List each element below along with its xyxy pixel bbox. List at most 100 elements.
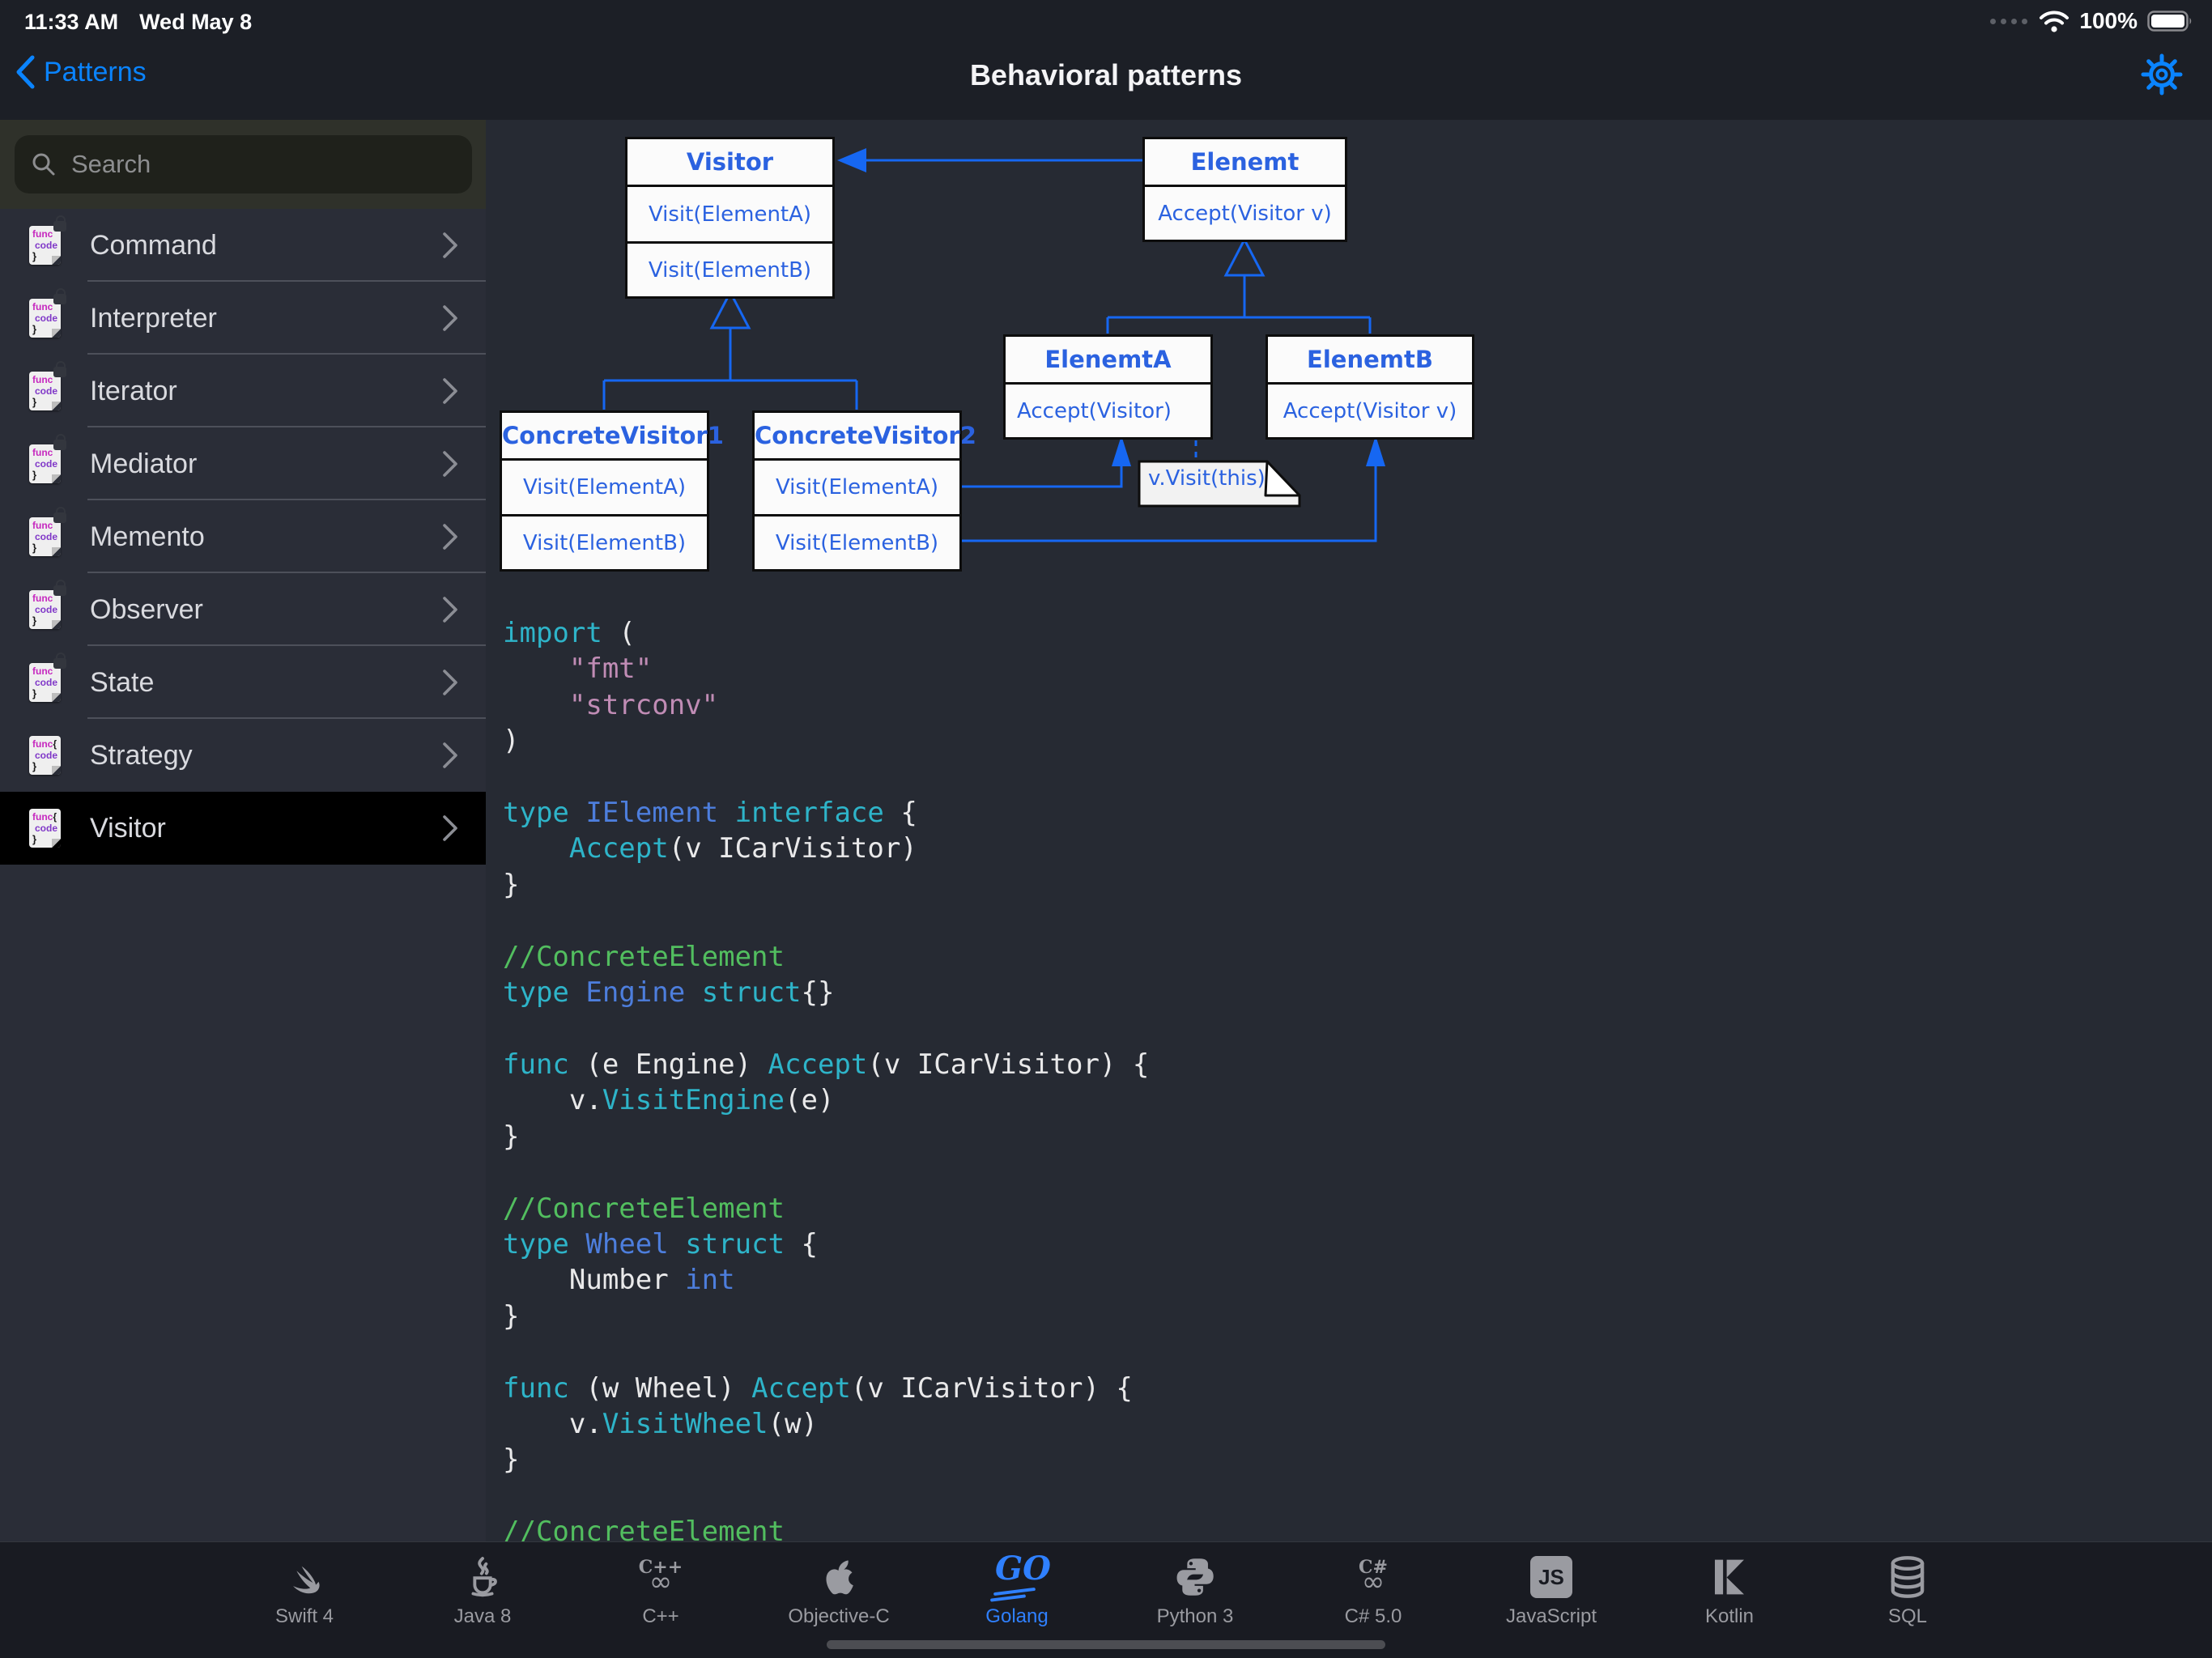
- sidebar-item-label: Interpreter: [90, 302, 217, 334]
- tab-python-3[interactable]: Python 3: [1106, 1550, 1284, 1628]
- tab-c-5-0[interactable]: C# ∞ C# 5.0: [1284, 1550, 1462, 1628]
- code-line: //ConcreteElement: [503, 940, 785, 973]
- tab-javascript[interactable]: JS JavaScript: [1462, 1550, 1640, 1628]
- code-line: ): [503, 725, 520, 758]
- uml-class-elementA: ElenemtA Accept(Visitor): [1003, 334, 1213, 440]
- uml-method: Visit(ElementA): [755, 458, 959, 514]
- code-line: //ConcreteElement: [503, 1516, 785, 1542]
- tab-label: Java 8: [453, 1605, 512, 1627]
- pattern-doc-icon: func code}: [29, 288, 66, 338]
- tab-sql[interactable]: SQL: [1819, 1550, 1997, 1628]
- tab-label: Golang: [985, 1605, 1049, 1627]
- tab-label: Objective-C: [788, 1605, 890, 1627]
- search-input[interactable]: [70, 149, 456, 180]
- chevron-right-icon: [443, 524, 457, 550]
- sidebar-item-observer[interactable]: func code} Observer: [0, 573, 486, 646]
- chevron-right-icon: [443, 305, 457, 331]
- tab-label: C# 5.0: [1344, 1605, 1402, 1627]
- uml-method: Visit(ElementB): [627, 241, 832, 296]
- sidebar-item-label: Iterator: [90, 375, 177, 406]
- status-right: 100%: [1990, 8, 2194, 34]
- uml-class-concretevisitor2: ConcreteVisitor2 Visit(ElementA) Visit(E…: [752, 410, 976, 572]
- uml-method: Visit(ElementB): [755, 514, 959, 569]
- uml-class-title: ConcreteVisitor2: [755, 422, 976, 449]
- settings-button[interactable]: [2139, 52, 2184, 97]
- tab-objective-c[interactable]: Objective-C: [750, 1550, 928, 1628]
- python-icon: [1176, 1558, 1214, 1596]
- code-line: v.VisitWheel(w): [503, 1407, 818, 1440]
- code-line: }: [503, 1299, 520, 1333]
- pattern-doc-icon: func code}: [29, 580, 66, 629]
- pattern-doc-icon: func code}: [29, 434, 66, 483]
- tab-label: SQL: [1887, 1605, 1928, 1627]
- uml-class-title: ElenemtB: [1307, 346, 1433, 373]
- swift-icon: [292, 1566, 320, 1594]
- sidebar-item-state[interactable]: func code} State: [0, 646, 486, 719]
- code-line: "strconv": [568, 688, 719, 721]
- sidebar-item-visitor[interactable]: func{code} Visitor: [0, 792, 486, 865]
- code-line: }: [503, 1120, 520, 1153]
- chevron-right-icon: [443, 815, 457, 841]
- golang-icon: GO: [989, 1550, 1051, 1602]
- uml-class-title: Elenemt: [1190, 148, 1300, 176]
- sidebar-item-label: Observer: [90, 593, 203, 625]
- main-content: Visitor Visit(ElementA) Visit(ElementB) …: [486, 120, 2212, 1542]
- uml-diagram: Visitor Visit(ElementA) Visit(ElementB) …: [486, 120, 2212, 622]
- java-icon: [471, 1557, 497, 1597]
- tab-c-[interactable]: C++ ∞ C++: [572, 1550, 750, 1628]
- wifi-icon: [2040, 11, 2069, 32]
- sql-icon: [1891, 1556, 1925, 1598]
- uml-method: Visit(ElementA): [627, 185, 832, 241]
- battery-percent: 100%: [2079, 8, 2138, 33]
- tab-java-8[interactable]: Java 8: [393, 1550, 572, 1628]
- code-line: }: [503, 868, 520, 901]
- sidebar-item-label: Memento: [90, 521, 205, 552]
- home-indicator[interactable]: [827, 1640, 1385, 1649]
- code-line: func (w Wheel) Accept(v ICarVisitor) {: [503, 1371, 1133, 1405]
- status-left: 11:33 AM Wed May 8: [24, 10, 252, 35]
- sidebar-item-strategy[interactable]: func{code} Strategy: [0, 719, 486, 792]
- uml-class-title: ConcreteVisitor1: [502, 422, 724, 449]
- tab-label: Swift 4: [274, 1605, 334, 1627]
- nav-bar: Patterns Behavioral patterns: [0, 49, 2212, 120]
- cpp-icon: C++ ∞: [638, 1557, 683, 1598]
- sidebar-item-interpreter[interactable]: func code} Interpreter: [0, 282, 486, 355]
- tab-kotlin[interactable]: Kotlin: [1640, 1550, 1819, 1628]
- chevron-right-icon: [443, 232, 457, 258]
- tab-label: C++: [642, 1605, 679, 1627]
- tab-swift-4[interactable]: Swift 4: [215, 1550, 393, 1628]
- sidebar-item-mediator[interactable]: func code} Mediator: [0, 427, 486, 500]
- uml-method: Accept(Visitor v): [1145, 185, 1345, 240]
- code-line: "fmt": [568, 653, 653, 686]
- uml-class-concretevisitor1: ConcreteVisitor1 Visit(ElementA) Visit(E…: [500, 410, 724, 572]
- lock-icon: [53, 288, 66, 304]
- app-screen: 11:33 AM Wed May 8 100% Patterns Behavio…: [0, 0, 2212, 1658]
- code-block: import ( "fmt" "strconv") type IElement …: [503, 615, 1149, 1542]
- lock-icon: [53, 434, 66, 450]
- sidebar-item-command[interactable]: func code} Command: [0, 209, 486, 282]
- javascript-icon: JS: [1530, 1556, 1572, 1598]
- language-tab-bar: Swift 4 Java 8 C++ ∞ C++ Objective-C GO Golang P…: [0, 1541, 2212, 1658]
- chevron-right-icon: [443, 670, 457, 695]
- uml-class-title: Visitor: [686, 148, 774, 176]
- code-line: import (: [503, 617, 636, 649]
- search-field[interactable]: [15, 135, 472, 193]
- sidebar-item-iterator[interactable]: func code} Iterator: [0, 355, 486, 427]
- tab-golang[interactable]: GO Golang: [928, 1550, 1106, 1628]
- pattern-sidebar: funccode}Commandfunccode}Interpreterfunc…: [0, 120, 486, 1542]
- lock-icon: [53, 361, 66, 377]
- sidebar-item-label: Visitor: [90, 812, 166, 844]
- sidebar-item-label: Command: [90, 229, 217, 261]
- kotlin-icon: [1715, 1559, 1744, 1595]
- page-title: Behavioral patterns: [969, 58, 1243, 91]
- sidebar-item-label: Strategy: [90, 739, 193, 771]
- code-line: type Wheel struct {: [503, 1227, 818, 1261]
- search-strip: [0, 120, 486, 209]
- sidebar-item-memento[interactable]: func code} Memento: [0, 500, 486, 573]
- uml-class-element: Elenemt Accept(Visitor v): [1142, 137, 1347, 242]
